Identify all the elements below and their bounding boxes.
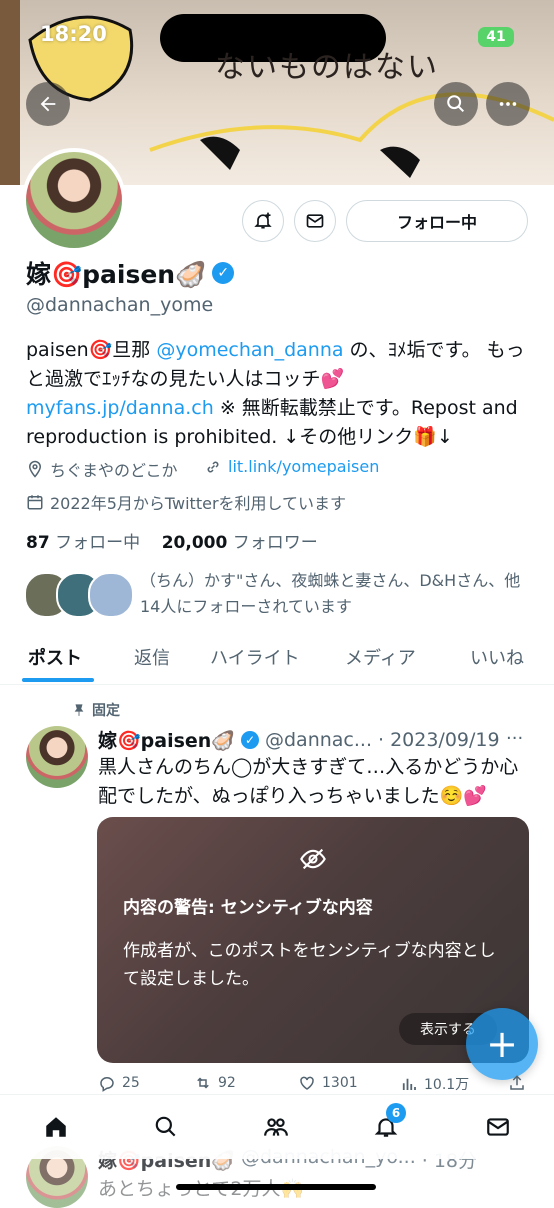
home-icon — [46, 1117, 66, 1137]
reply-button[interactable]: 25 — [98, 1074, 140, 1092]
pin-icon — [74, 704, 84, 716]
tab-highlights[interactable]: ハイライト — [210, 644, 300, 670]
known-followers-avatars[interactable] — [24, 572, 134, 618]
profile-tabs: ポスト 返信 ハイライト メディア いいね — [0, 630, 554, 685]
eye-off-icon — [300, 848, 326, 870]
following-button[interactable]: フォロー中 — [346, 200, 528, 242]
like-button[interactable]: 1301 — [298, 1074, 358, 1092]
profile-name-row: 嫁🎯paisen🦪 ✓ — [26, 255, 235, 291]
repost-button[interactable]: 92 — [194, 1074, 236, 1092]
post-avatar[interactable] — [26, 726, 88, 788]
search-icon — [447, 95, 465, 113]
location-pin-icon — [28, 460, 42, 478]
pinned-label: 固定 — [92, 703, 120, 719]
tab-likes[interactable]: いいね — [470, 644, 524, 670]
profile-name: 嫁🎯paisen🦪 — [26, 260, 207, 289]
views-icon — [402, 1078, 416, 1090]
bottom-nav: 6 — [0, 1094, 554, 1159]
link-icon — [207, 461, 219, 472]
location-text: ちぐまやのどこか — [50, 461, 178, 480]
reply-count: 25 — [122, 1075, 140, 1091]
nav-home[interactable] — [36, 1109, 76, 1145]
envelope-icon — [306, 214, 324, 228]
share-button[interactable] — [508, 1074, 526, 1092]
bio-mention-link[interactable]: @yomechan_danna — [156, 339, 343, 361]
pinned-indicator: 固定 — [72, 700, 120, 720]
post-author-handle[interactable]: @dannac... — [265, 729, 372, 751]
active-tab-indicator — [22, 678, 94, 682]
profile-bio: paisen🎯旦那 @yomechan_danna の、ﾖﾒ垢です。 もっと過激… — [26, 336, 531, 452]
notifications-badge: 6 — [386, 1103, 406, 1123]
joined-text: 2022年5月からTwitterを利用しています — [50, 494, 347, 513]
status-time: 18:20 — [40, 22, 107, 46]
views-count: 10.1万 — [424, 1077, 470, 1093]
followers-count: 20,000 — [161, 533, 228, 553]
profile-location: ちぐまやのどこか — [26, 457, 178, 481]
share-icon — [510, 1075, 524, 1090]
verified-badge-icon: ✓ — [212, 262, 235, 284]
heart-icon — [300, 1076, 314, 1090]
post-date[interactable]: · 2023/09/19 — [378, 729, 500, 751]
tab-posts[interactable]: ポスト — [28, 644, 82, 670]
search-button[interactable] — [434, 82, 478, 126]
post-text: 黒人さんのちん◯が大きすぎて…入るかどうか心配でしたが、ぬっぽり入っちゃいました… — [98, 756, 519, 807]
profile-handle: @dannachan_yome — [26, 294, 214, 316]
back-arrow-icon — [40, 96, 56, 112]
followers-label: フォロワー — [232, 533, 318, 553]
profile-avatar[interactable] — [22, 148, 126, 252]
communities-icon — [264, 1118, 288, 1136]
bell-plus-icon — [254, 212, 272, 229]
message-button[interactable] — [294, 200, 336, 242]
tab-media[interactable]: メディア — [345, 644, 416, 670]
post-more-icon[interactable]: ··· — [506, 728, 523, 749]
nav-search[interactable] — [146, 1109, 186, 1145]
more-button[interactable] — [486, 82, 530, 126]
warning-title: 内容の警告: センシティブな内容 — [123, 898, 373, 918]
nav-communities[interactable] — [256, 1109, 296, 1145]
views-button[interactable]: 10.1万 — [400, 1074, 469, 1094]
following-label: フォロー中 — [55, 533, 141, 553]
follower-avatar — [88, 572, 134, 618]
banner-text: ないものはない — [215, 50, 439, 85]
known-followers-text[interactable]: （ちん）かす"さん、夜蜘蛛と妻さん、D&Hさん、他14人にフォローされています — [140, 568, 530, 620]
more-icon — [499, 102, 517, 106]
verified-badge-icon: ✓ — [240, 730, 259, 749]
repost-icon — [197, 1077, 209, 1089]
reply-icon — [100, 1077, 114, 1092]
tab-replies[interactable]: 返信 — [134, 644, 170, 670]
like-count: 1301 — [322, 1075, 358, 1091]
envelope-icon — [487, 1118, 509, 1136]
post-header: 嫁🎯paisen🦪 ✓ @dannac... · 2023/09/19 — [98, 726, 500, 753]
profile-joined: 2022年5月からTwitterを利用しています — [26, 490, 346, 514]
notify-button[interactable] — [242, 200, 284, 242]
back-button[interactable] — [26, 82, 70, 126]
following-count-link[interactable]: 87 フォロー中 — [26, 533, 140, 553]
sensitive-content-card: 内容の警告: センシティブな内容 作成者が、このポストをセンシティブな内容として… — [97, 817, 529, 1063]
plus-icon: + — [486, 1022, 518, 1066]
home-indicator — [176, 1184, 376, 1190]
post-author-name[interactable]: 嫁🎯paisen🦪 — [98, 726, 235, 753]
followers-count-link[interactable]: 20,000 フォロワー — [162, 533, 318, 553]
following-count: 87 — [26, 533, 50, 553]
nav-notifications[interactable]: 6 — [366, 1103, 406, 1145]
nav-messages[interactable] — [478, 1109, 518, 1145]
bio-text-1: paisen🎯旦那 — [26, 339, 151, 361]
website-link[interactable]: lit.link/yomepaisen — [228, 457, 379, 476]
repost-count: 92 — [218, 1075, 236, 1091]
calendar-icon — [27, 495, 43, 510]
bio-external-link[interactable]: myfans.jp/danna.ch — [26, 397, 214, 419]
follow-counts: 87 フォロー中 20,000 フォロワー — [26, 528, 318, 553]
warning-body: 作成者が、このポストをセンシティブな内容として設定しました。 — [123, 941, 496, 989]
search-icon — [155, 1116, 176, 1137]
compose-button[interactable]: + — [466, 1008, 538, 1080]
profile-website[interactable]: lit.link/yomepaisen — [204, 457, 379, 476]
avatar-image — [26, 152, 122, 248]
battery-indicator: 41 — [478, 27, 514, 47]
